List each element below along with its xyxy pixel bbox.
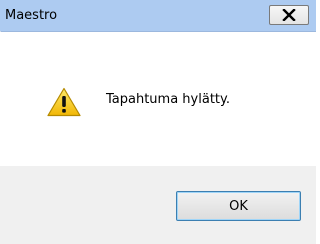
close-icon	[282, 9, 296, 21]
ok-button[interactable]: OK	[176, 191, 301, 221]
window-title: Maestro	[5, 8, 58, 23]
button-bar: OK	[0, 166, 316, 244]
close-button[interactable]	[269, 5, 309, 25]
dialog-content: Tapahtuma hylätty.	[0, 32, 316, 166]
message-text: Tapahtuma hylätty.	[106, 92, 230, 107]
message-dialog: Maestro Tapahtuma hylätty. OK	[0, 0, 316, 244]
warning-icon	[47, 87, 81, 117]
title-bar[interactable]: Maestro	[0, 0, 316, 32]
